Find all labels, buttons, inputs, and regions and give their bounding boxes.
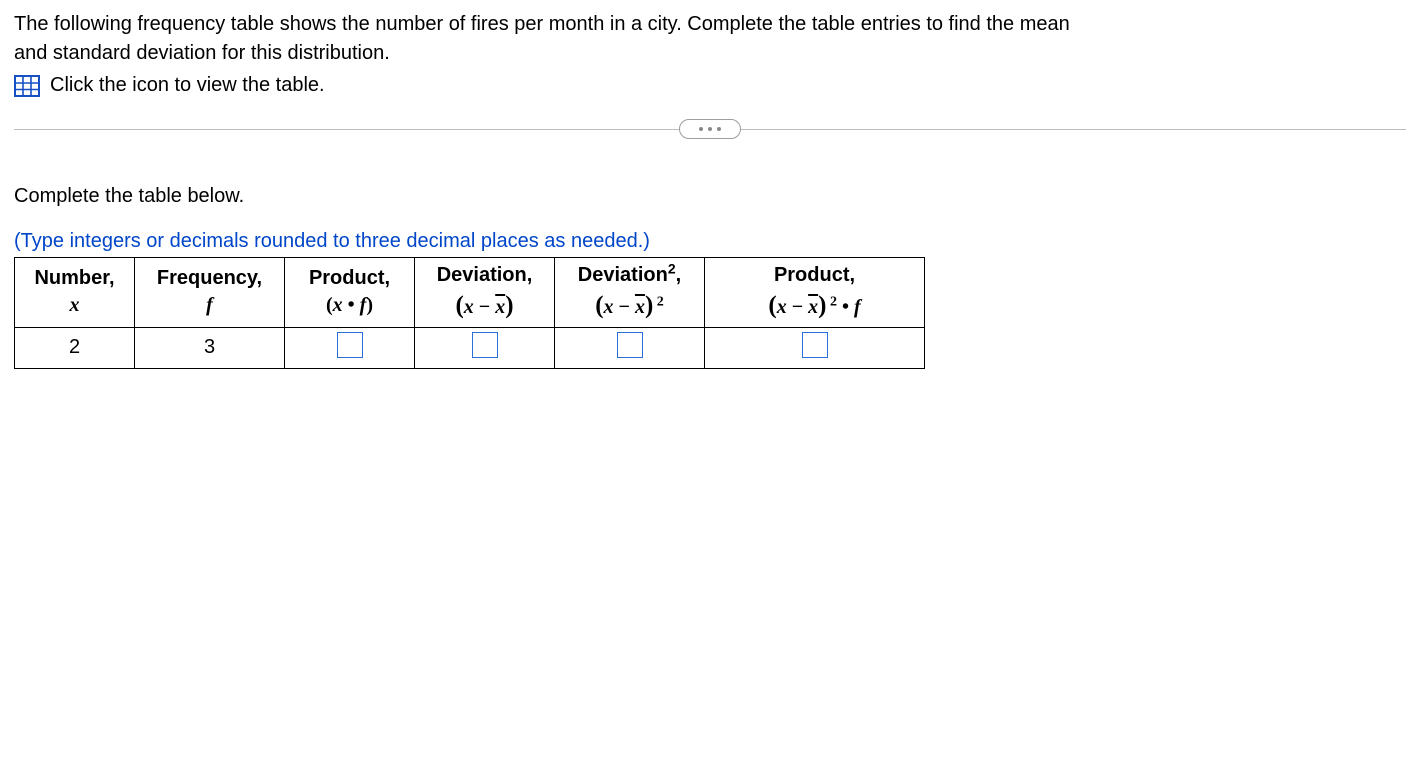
table-header-row: Number, x Frequency, f Product, (x • f) … — [15, 258, 925, 328]
col-header-x: Number, x — [15, 258, 135, 328]
cell-f: 3 — [135, 327, 285, 368]
input-deviation[interactable] — [472, 332, 498, 358]
table-icon[interactable] — [14, 75, 40, 97]
col-header-deviation: Deviation, (x − x) — [415, 258, 555, 328]
cell-x: 2 — [15, 327, 135, 368]
table-row: 2 3 — [15, 327, 925, 368]
col-header-f: Frequency, f — [135, 258, 285, 328]
cell-xf — [285, 327, 415, 368]
frequency-table: Number, x Frequency, f Product, (x • f) … — [14, 257, 925, 369]
col-header-deviation-sq: Deviation2, (x − x) 2 — [555, 258, 705, 328]
problem-statement: The following frequency table shows the … — [14, 10, 1406, 68]
col-header-product-sq: Product, (x − x) 2 • f — [705, 258, 925, 328]
input-product-sq[interactable] — [802, 332, 828, 358]
input-xf[interactable] — [337, 332, 363, 358]
view-table-link[interactable]: Click the icon to view the table. — [50, 74, 325, 97]
expand-toggle[interactable] — [679, 119, 741, 139]
cell-deviation-sq — [555, 327, 705, 368]
col-header-xf: Product, (x • f) — [285, 258, 415, 328]
cell-deviation — [415, 327, 555, 368]
cell-product-sq — [705, 327, 925, 368]
rounding-hint: (Type integers or decimals rounded to th… — [14, 230, 1406, 253]
input-deviation-sq[interactable] — [617, 332, 643, 358]
section-divider — [14, 115, 1406, 145]
intro-line-1: The following frequency table shows the … — [14, 13, 1070, 35]
complete-table-label: Complete the table below. — [14, 185, 1406, 208]
intro-line-2: and standard deviation for this distribu… — [14, 42, 390, 64]
